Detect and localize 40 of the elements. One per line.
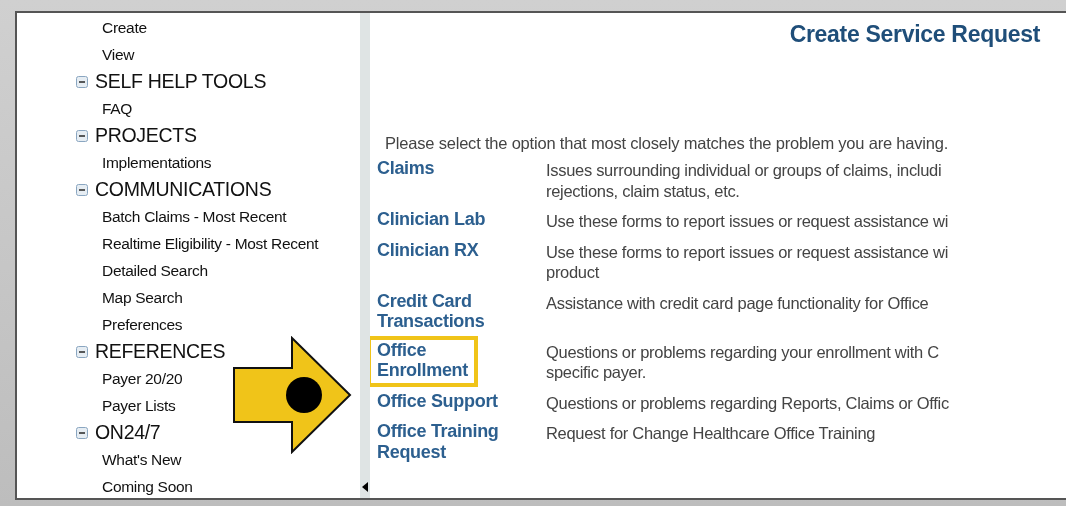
- option-link[interactable]: Office Enrollment: [367, 335, 478, 387]
- option-description: Use these forms to report issues or request assistance wi: [546, 211, 948, 232]
- sidebar-link[interactable]: View: [102, 45, 135, 64]
- option-link[interactable]: Claims: [367, 154, 445, 185]
- sidebar-link[interactable]: Create: [102, 18, 147, 37]
- sidebar-link[interactable]: Payer Lists: [102, 396, 176, 415]
- sidebar-link[interactable]: Coming Soon: [102, 477, 193, 496]
- option-description: Issues surrounding individual or groups of claims, includi rejections, claim status, etc.: [546, 160, 942, 201]
- sidebar-link[interactable]: Map Search: [102, 288, 183, 307]
- sidebar-link[interactable]: Detailed Search: [102, 261, 208, 280]
- option-link[interactable]: Credit Card Transactions: [367, 286, 495, 338]
- section-heading[interactable]: COMMUNICATIONS: [95, 178, 272, 201]
- option-link[interactable]: Clinician Lab: [367, 205, 496, 236]
- option-link[interactable]: Office Support: [367, 386, 508, 417]
- section-heading[interactable]: PROJECTS: [95, 124, 197, 147]
- sidebar-link[interactable]: What's New: [102, 450, 182, 469]
- sidebar-link[interactable]: Batch Claims - Most Recent: [102, 207, 287, 226]
- option-description: Request for Change Healthcare Office Training: [546, 423, 876, 444]
- sidebar-link[interactable]: Realtime Eligibility - Most Recent: [102, 234, 319, 253]
- option-link[interactable]: Office Training Request: [367, 417, 509, 468]
- section-heading[interactable]: SELF HELP TOOLS: [95, 70, 267, 93]
- option-description: Questions or problems regarding Reports, Claims or Offic: [546, 392, 949, 413]
- option-description: Questions or problems regarding your enrollment with C specific payer.: [546, 341, 939, 383]
- option-link[interactable]: Clinician RX: [367, 235, 489, 266]
- collapse-icon[interactable]: [76, 75, 88, 88]
- page-title: Create Service Request: [788, 21, 1041, 49]
- collapse-icon[interactable]: [76, 426, 88, 439]
- instruction-text: Please select the option that most closely matches the problem you are having.: [384, 134, 950, 154]
- collapse-icon[interactable]: [76, 129, 88, 142]
- option-description: Use these forms to report issues or request assistance wi product: [546, 241, 948, 283]
- option-description: Assistance with credit card page functionality for Office: [546, 292, 929, 314]
- sidebar-link[interactable]: Payer 20/20: [102, 369, 183, 388]
- section-heading[interactable]: ON24/7: [95, 421, 161, 444]
- collapse-icon[interactable]: [76, 345, 88, 358]
- collapse-icon[interactable]: [76, 183, 88, 196]
- sidebar-link[interactable]: FAQ: [102, 99, 133, 118]
- collapse-arrow-icon[interactable]: [362, 482, 368, 492]
- sidebar-link[interactable]: Implementations: [102, 153, 212, 172]
- section-heading[interactable]: REFERENCES: [95, 340, 226, 363]
- sidebar-link[interactable]: Preferences: [102, 315, 183, 334]
